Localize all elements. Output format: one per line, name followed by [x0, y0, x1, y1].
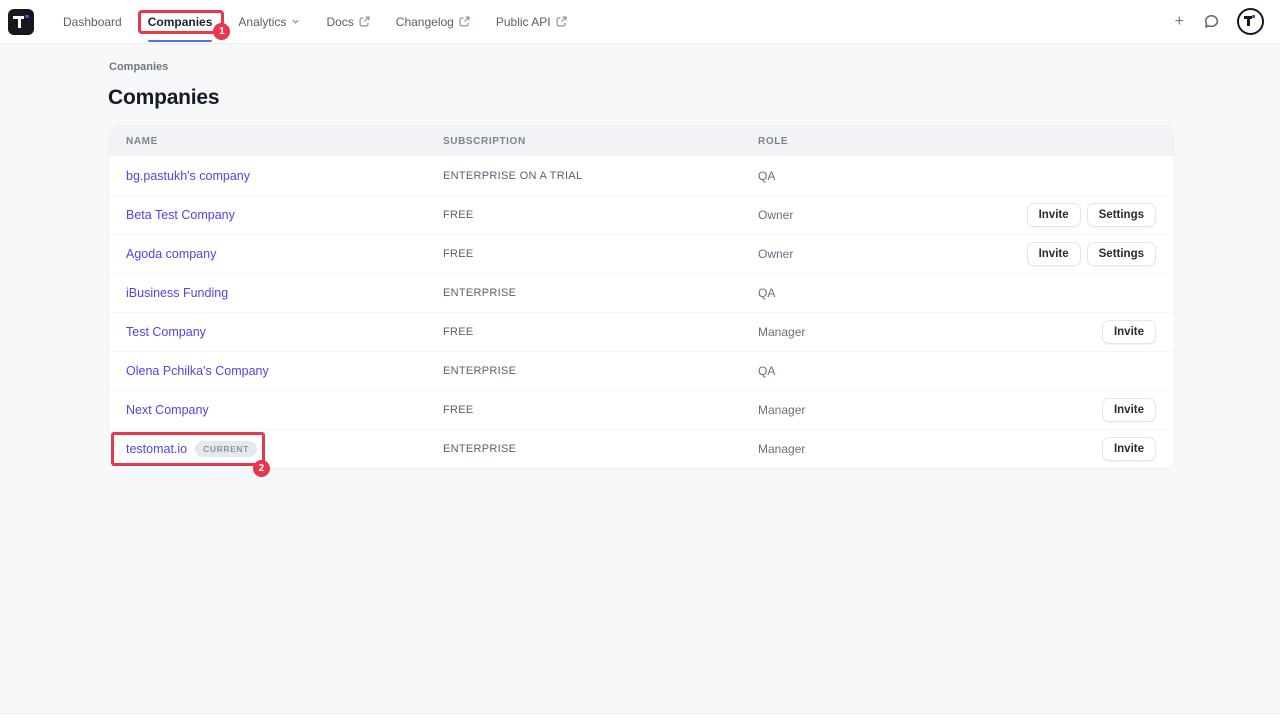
company-link[interactable]: Beta Test Company [126, 208, 235, 222]
company-link[interactable]: testomat.io [126, 442, 187, 456]
current-company-badge: CURRENT [195, 441, 257, 457]
main-nav: Dashboard Companies1 Analytics Docs Changelo… [50, 0, 580, 44]
main-content: Companies Companies NAME SUBSCRIPTION RO… [0, 44, 1280, 469]
role-cell: Owner [758, 208, 1027, 222]
avatar-logo-accent [1252, 15, 1255, 18]
nav-item-label: Analytics [238, 15, 286, 29]
column-header-subscription: SUBSCRIPTION [443, 136, 758, 147]
nav-item-label: Changelog [396, 15, 454, 29]
subscription-cell: ENTERPRISE [443, 443, 758, 455]
subscription-cell: FREE [443, 209, 758, 221]
chevron-down-icon [291, 17, 300, 26]
company-link[interactable]: Next Company [126, 403, 209, 417]
nav-item-public-api[interactable]: Public API [483, 0, 580, 44]
subscription-cell: ENTERPRISE ON A TRIAL [443, 170, 758, 182]
subscription-cell: FREE [443, 404, 758, 416]
nav-item-companies[interactable]: Companies1 [135, 0, 226, 44]
table-body: bg.pastukh's company ENTERPRISE ON A TRIA… [109, 156, 1174, 468]
role-cell: QA [758, 364, 1156, 378]
role-cell: QA [758, 286, 1156, 300]
table-row: Test Company FREEManagerInvite [109, 312, 1174, 351]
app-header: Dashboard Companies1 Analytics Docs Changelo… [0, 0, 1280, 44]
table-row: Next Company FREEManagerInvite [109, 390, 1174, 429]
company-link[interactable]: Olena Pchilka's Company [126, 364, 269, 378]
active-tab-indicator [148, 40, 213, 42]
nav-item-docs[interactable]: Docs [313, 0, 382, 44]
brand-logo[interactable] [8, 9, 34, 35]
logo-accent-shape [25, 15, 29, 19]
role-cell: Manager [758, 442, 1102, 456]
table-header: NAME SUBSCRIPTION ROLE [109, 126, 1174, 156]
company-link[interactable]: Agoda company [126, 247, 216, 261]
nav-item-analytics[interactable]: Analytics [225, 0, 313, 44]
page-title: Companies [108, 86, 1175, 110]
subscription-cell: FREE [443, 326, 758, 338]
company-name-cell: Next Company [126, 401, 443, 419]
table-row: Olena Pchilka's Company ENTERPRISEQA [109, 351, 1174, 390]
nav-item-label: Public API [496, 15, 551, 29]
company-link[interactable]: Test Company [126, 325, 206, 339]
settings-button[interactable]: Settings [1087, 203, 1156, 227]
header-right: + [1173, 8, 1264, 35]
support-chat-icon [1203, 13, 1220, 30]
column-header-role: ROLE [758, 136, 1156, 147]
nav-item-label: Docs [326, 15, 353, 29]
invite-button[interactable]: Invite [1027, 242, 1081, 266]
user-avatar[interactable] [1237, 8, 1264, 35]
logo-shape [18, 16, 21, 29]
row-actions: Invite [1102, 320, 1156, 344]
subscription-cell: ENTERPRISE [443, 365, 758, 377]
role-cell: Owner [758, 247, 1027, 261]
role-cell: Manager [758, 403, 1102, 417]
role-cell: QA [758, 169, 1156, 183]
company-name-cell: Agoda company [126, 245, 443, 263]
plus-icon: + [1175, 14, 1184, 30]
nav-item-label: Companies [148, 15, 213, 29]
companies-table: NAME SUBSCRIPTION ROLE bg.pastukh's comp… [108, 125, 1175, 469]
invite-button[interactable]: Invite [1102, 320, 1156, 344]
row-actions: Invite [1102, 398, 1156, 422]
subscription-cell: ENTERPRISE [443, 287, 758, 299]
table-row: Agoda company FREEOwnerInviteSettings [109, 234, 1174, 273]
breadcrumb[interactable]: Companies [109, 61, 1175, 73]
column-header-name: NAME [126, 136, 443, 147]
nav-item-changelog[interactable]: Changelog [383, 0, 483, 44]
table-row: testomat.ioCURRENT2ENTERPRISEManagerInvi… [109, 429, 1174, 468]
table-row: bg.pastukh's company ENTERPRISE ON A TRIA… [109, 156, 1174, 195]
invite-button[interactable]: Invite [1102, 437, 1156, 461]
support-chat-button[interactable] [1201, 11, 1222, 32]
external-link-icon [556, 16, 567, 27]
add-button[interactable]: + [1173, 12, 1186, 32]
table-row: iBusiness Funding ENTERPRISEQA [109, 273, 1174, 312]
company-name-cell: iBusiness Funding [126, 284, 443, 302]
invite-button[interactable]: Invite [1027, 203, 1081, 227]
external-link-icon [359, 16, 370, 27]
table-row: Beta Test Company FREEOwnerInviteSettings [109, 195, 1174, 234]
company-name-cell: Test Company [126, 323, 443, 341]
bottom-strip [0, 713, 1280, 720]
nav-item-label: Dashboard [63, 15, 122, 29]
company-link[interactable]: iBusiness Funding [126, 286, 228, 300]
row-actions: InviteSettings [1027, 203, 1156, 227]
external-link-icon [459, 16, 470, 27]
company-name-cell: bg.pastukh's company [126, 167, 443, 185]
company-name-cell: testomat.ioCURRENT2 [126, 440, 443, 458]
avatar-logo-shape [1247, 16, 1250, 26]
nav-item-dashboard[interactable]: Dashboard [50, 0, 135, 44]
subscription-cell: FREE [443, 248, 758, 260]
company-link[interactable]: bg.pastukh's company [126, 169, 250, 183]
invite-button[interactable]: Invite [1102, 398, 1156, 422]
row-actions: Invite [1102, 437, 1156, 461]
company-name-cell: Olena Pchilka's Company [126, 362, 443, 380]
annotation-step-2-badge: 2 [253, 460, 270, 477]
role-cell: Manager [758, 325, 1102, 339]
company-name-cell: Beta Test Company [126, 206, 443, 224]
settings-button[interactable]: Settings [1087, 242, 1156, 266]
row-actions: InviteSettings [1027, 242, 1156, 266]
